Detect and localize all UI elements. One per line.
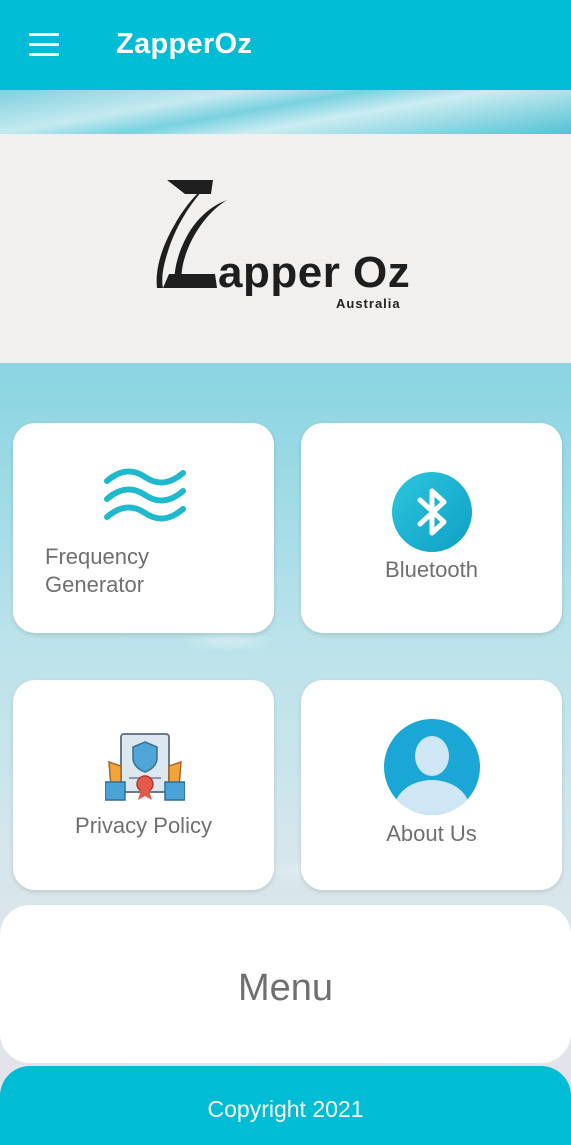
privacy-policy-label: Privacy Policy <box>75 813 212 838</box>
menu-panel[interactable]: Menu <box>0 905 571 1063</box>
about-us-label: About Us <box>386 821 477 846</box>
bluetooth-card[interactable]: Bluetooth <box>301 423 562 633</box>
certificate-icon <box>105 733 185 801</box>
user-avatar-icon <box>384 719 480 815</box>
app-title: ZapperOz <box>116 28 253 60</box>
waves-icon <box>104 468 186 522</box>
copyright-text: Copyright 2021 <box>207 1096 364 1122</box>
frequency-generator-label: Frequency Generator <box>45 543 149 599</box>
bluetooth-icon <box>392 472 472 552</box>
app-bar: ZapperOz <box>0 0 571 90</box>
bluetooth-label: Bluetooth <box>385 557 478 582</box>
footer: Copyright 2021 <box>0 1066 571 1145</box>
privacy-policy-card[interactable]: Privacy Policy <box>13 680 274 890</box>
about-us-card[interactable]: About Us <box>301 680 562 890</box>
water-banner <box>0 90 571 134</box>
logo-subtitle: Australia <box>336 296 401 311</box>
label-line-1: Frequency <box>45 544 149 569</box>
label-line-2: Generator <box>45 572 145 597</box>
frequency-generator-card[interactable]: Frequency Generator <box>13 423 274 633</box>
menu-label: Menu <box>237 967 334 1009</box>
logo-wordmark: apper Oz <box>218 248 411 297</box>
hamburger-menu-icon[interactable] <box>26 30 62 60</box>
